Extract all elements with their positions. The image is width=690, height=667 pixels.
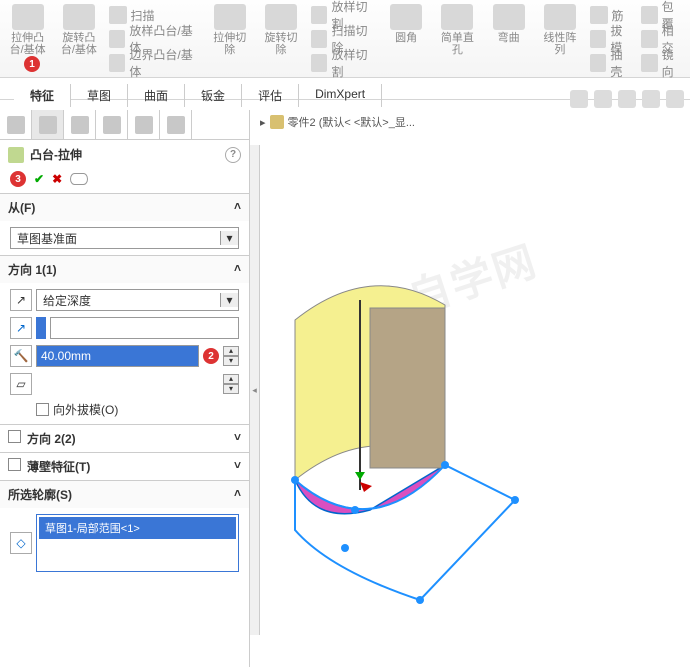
revolve-icon <box>63 4 95 30</box>
ribbon-linear-pattern[interactable]: 线性阵列 <box>538 4 581 77</box>
direction1-header[interactable]: 方向 1(1)˄ <box>0 256 249 283</box>
ribbon-boundary[interactable]: 边界凸台/基体 <box>109 52 201 74</box>
help-icon[interactable]: ? <box>225 147 241 163</box>
ribbon-revolve-cut[interactable]: 旋转切除 <box>259 4 302 77</box>
ribbon-shell[interactable]: 抽壳 <box>590 52 633 74</box>
contours-header[interactable]: 所选轮廓(S)˄ <box>0 481 249 508</box>
contour-item[interactable]: 草图1-局部范围<1> <box>39 517 236 539</box>
part-icon <box>270 115 284 129</box>
depth-spinner[interactable]: ▴▾ <box>223 346 239 366</box>
thin-checkbox[interactable] <box>8 458 21 471</box>
tab-surface[interactable]: 曲面 <box>128 84 185 107</box>
crumb-arrow: ▸ <box>260 116 266 129</box>
direction2-section[interactable]: 方向 2(2)˅ <box>0 424 249 452</box>
extrude-feature-icon <box>8 147 24 163</box>
from-combo[interactable]: 草图基准面▾ <box>10 227 239 249</box>
panel-tab-4[interactable] <box>96 110 128 139</box>
view-icons <box>570 90 684 108</box>
contour-list[interactable]: 草图1-局部范围<1> <box>36 514 239 572</box>
direction-input[interactable] <box>50 317 239 339</box>
direction2-checkbox[interactable] <box>8 430 21 443</box>
rotate-icon[interactable] <box>618 90 636 108</box>
zoom-icon[interactable] <box>570 90 588 108</box>
panel-tab-3[interactable] <box>64 110 96 139</box>
command-tabs: 特征 草图 曲面 钣金 评估 DimXpert <box>14 84 382 107</box>
end-condition-combo[interactable]: 给定深度▾ <box>36 289 239 311</box>
ribbon-loft-cut2[interactable]: 放样切割 <box>311 52 377 74</box>
from-section-header[interactable]: 从(F)˄ <box>0 194 249 221</box>
draft-outward-label: 向外拔模(O) <box>53 401 118 418</box>
chevron-up-icon: ˄ <box>234 199 241 216</box>
ok-button[interactable]: ✔ <box>34 172 44 186</box>
crumb-text: 零件2 (默认< <默认>_显... <box>288 114 415 130</box>
preview-icon[interactable] <box>70 173 88 185</box>
panel-tab-1[interactable] <box>0 110 32 139</box>
direction-icon[interactable]: ↗ <box>10 317 32 339</box>
tab-sheetmetal[interactable]: 钣金 <box>185 84 242 107</box>
property-panel: 凸台-拉伸 ? 3 ✔ ✖ 从(F)˄ 草图基准面▾ 方向 1(1)˄ ↗ 给定… <box>0 110 250 667</box>
extrude-icon <box>12 4 44 30</box>
marker-1: 1 <box>24 56 40 72</box>
tab-dimxpert[interactable]: DimXpert <box>299 84 382 107</box>
ribbon-extrude-cut[interactable]: 拉伸切除 <box>208 4 251 77</box>
depth-icon: 🔨 <box>10 345 32 367</box>
ribbon: 1 拉伸凸台/基体 旋转凸台/基体 扫描 放样凸台/基体 边界凸台/基体 拉伸切… <box>0 0 690 78</box>
viewport-3d[interactable]: 软件自学网 <box>260 130 690 667</box>
breadcrumb[interactable]: ▸ 零件2 (默认< <默认>_显... <box>260 114 415 130</box>
thin-feature-section[interactable]: 薄壁特征(T)˅ <box>0 452 249 480</box>
feature-title: 凸台-拉伸 <box>30 146 82 163</box>
tab-evaluate[interactable]: 评估 <box>242 84 299 107</box>
ribbon-revolve-boss[interactable]: 旋转凸台/基体 <box>57 4 100 77</box>
panel-collapse-bar[interactable]: ◂ <box>250 145 260 635</box>
draft-spinner[interactable]: ▴▾ <box>223 374 239 394</box>
ribbon-fillet[interactable]: 圆角 <box>384 4 427 77</box>
depth-input[interactable]: 40.00mm <box>36 345 199 367</box>
ribbon-hole[interactable]: 简单直孔 <box>436 4 479 77</box>
cancel-button[interactable]: ✖ <box>52 172 62 186</box>
panel-tab-5[interactable] <box>128 110 160 139</box>
panel-tab-6[interactable] <box>160 110 192 139</box>
view-icon[interactable] <box>642 90 660 108</box>
marker-3: 3 <box>10 171 26 187</box>
reverse-direction-icon[interactable]: ↗ <box>10 289 32 311</box>
ribbon-bend[interactable]: 弯曲 <box>487 4 530 77</box>
selection-indicator <box>36 317 46 339</box>
tab-features[interactable]: 特征 <box>14 84 71 107</box>
panel-tab-2[interactable] <box>32 110 64 139</box>
model-preview <box>260 130 690 667</box>
tab-sketch[interactable]: 草图 <box>71 84 128 107</box>
pan-icon[interactable] <box>594 90 612 108</box>
view2-icon[interactable] <box>666 90 684 108</box>
dropdown-icon: ▾ <box>220 231 238 245</box>
feature-header: 凸台-拉伸 ? <box>0 140 249 169</box>
ribbon-mirror[interactable]: 镜向 <box>641 52 684 74</box>
draft-angle-icon[interactable]: ▱ <box>10 373 32 395</box>
draft-outward-checkbox[interactable] <box>36 403 49 416</box>
marker-2: 2 <box>203 348 219 364</box>
contour-icon: ◇ <box>10 532 32 554</box>
